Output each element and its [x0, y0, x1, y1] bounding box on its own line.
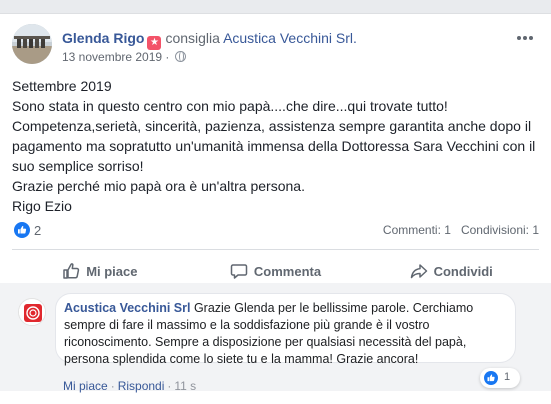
- post-line: Grazie perché mio papà ora è un'altra pe…: [12, 178, 305, 194]
- comment-like-link[interactable]: Mi piace: [63, 379, 108, 393]
- recommend-verb: consiglia: [165, 30, 220, 46]
- page-link[interactable]: Acustica Vecchini Srl.: [223, 30, 357, 46]
- comment-reactions[interactable]: 1: [480, 368, 520, 388]
- post-line: pagamento ma sopratutto un'umanità immen…: [12, 138, 536, 154]
- comment-line: Acustica Vecchini Srl Grazie Glenda per …: [64, 300, 507, 317]
- comments-section: Acustica Vecchini Srl Grazie Glenda per …: [0, 283, 551, 391]
- share-icon: [410, 264, 427, 279]
- post-line: suo semplice sorriso!: [12, 158, 144, 174]
- comment-reaction-count: 1: [504, 371, 511, 383]
- meta-separator: ·: [165, 50, 170, 64]
- meta-separator: ·: [110, 379, 115, 393]
- brand-logo-icon: [19, 299, 45, 325]
- post-meta: 13 novembre 2019 ·: [62, 50, 186, 64]
- post-header: Glenda Rigo ★ consiglia Acustica Vecchini …: [12, 24, 539, 66]
- comment-time[interactable]: 11 s: [174, 379, 196, 393]
- like-reaction-icon: [484, 371, 498, 385]
- globe-icon[interactable]: [174, 51, 186, 62]
- comment-author[interactable]: Acustica Vecchini Srl: [64, 301, 190, 315]
- avatar-photo-icon: [12, 24, 52, 64]
- comment-reply-link[interactable]: Rispondi: [118, 379, 165, 393]
- meta-separator: ·: [167, 379, 172, 393]
- like-reaction-icon[interactable]: [14, 222, 30, 238]
- comment-icon: [230, 264, 248, 279]
- comment-text: riconoscimento. Sempre a disposizione pe…: [64, 335, 467, 349]
- author-line: Glenda Rigo ★ consiglia Acustica Vecchini …: [62, 30, 357, 50]
- author-name[interactable]: Glenda Rigo: [62, 30, 144, 46]
- comment-actions: Mi piace · Rispondi · 11 s: [63, 379, 196, 393]
- commenter-avatar[interactable]: [18, 298, 46, 326]
- post-line: Rigo Ezio: [12, 198, 72, 214]
- recommend-icon: ★: [147, 36, 162, 50]
- post-line: Settembre 2019: [12, 78, 112, 94]
- shares-count[interactable]: Condivisioni: 1: [461, 223, 539, 237]
- post-date[interactable]: 13 novembre 2019: [62, 50, 162, 64]
- like-count[interactable]: 2: [34, 223, 41, 238]
- post-line: Competenza,serietà, sincerità, pazienza,…: [12, 118, 532, 134]
- comment-button-label: Commenta: [253, 263, 322, 279]
- comment-text: sempre di fare il massimo e la soddisfaz…: [64, 318, 430, 332]
- author-avatar[interactable]: [12, 24, 52, 64]
- share-button-label: Condividi: [433, 263, 493, 279]
- post-stats: 2 Commenti: 1 Condivisioni: 1: [12, 221, 539, 243]
- thumbs-up-icon: [63, 263, 80, 279]
- comment-bubble: Acustica Vecchini Srl Grazie Glenda per …: [55, 293, 516, 366]
- divider: [12, 249, 539, 250]
- comment-text: Grazie Glenda per le bellissime parole. …: [193, 301, 474, 315]
- comment-text: persona splendida come lo siete tu e la …: [64, 352, 419, 366]
- more-dots-icon[interactable]: [517, 30, 533, 41]
- stats-right: Commenti: 1 Condivisioni: 1: [383, 223, 539, 237]
- like-button-label: Mi piace: [86, 263, 138, 279]
- post-body: Settembre 2019 Sono stata in questo cent…: [12, 76, 539, 216]
- comments-count[interactable]: Commenti: 1: [383, 223, 451, 237]
- post-line: Sono stata in questo centro con mio papà…: [12, 98, 448, 114]
